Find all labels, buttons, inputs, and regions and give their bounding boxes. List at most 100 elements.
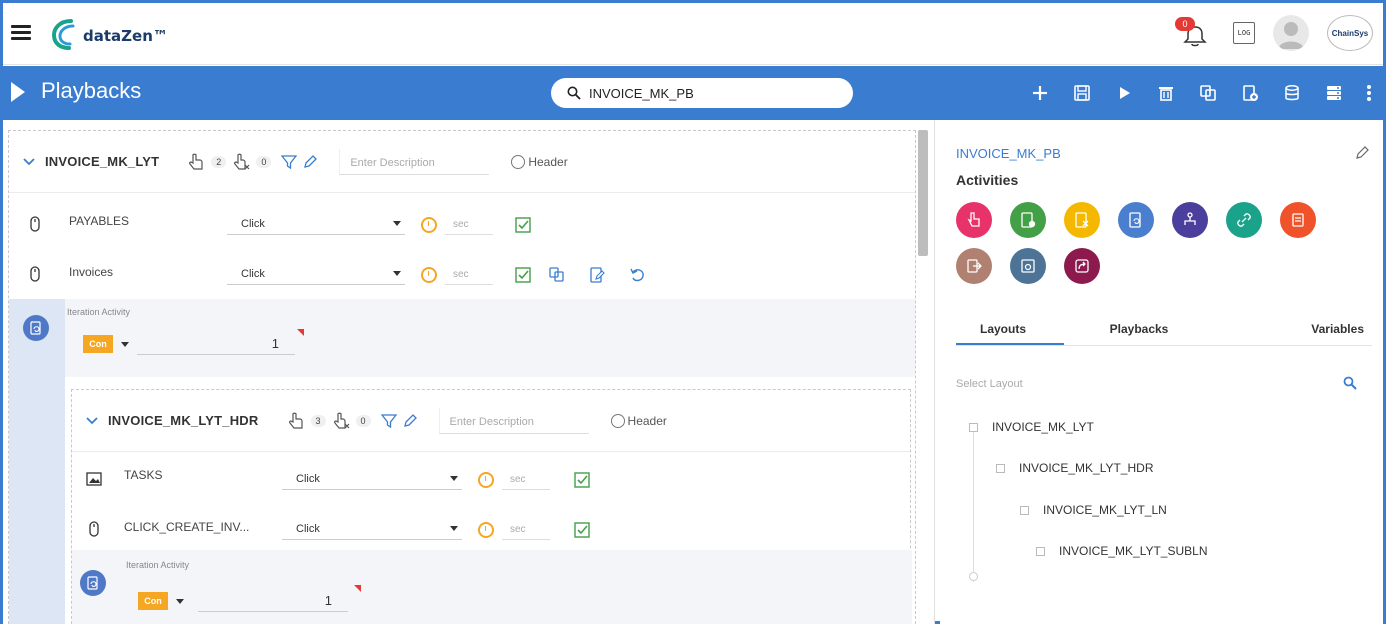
header-radio[interactable]: Header xyxy=(610,413,667,428)
sec-input[interactable]: sec xyxy=(502,520,550,540)
edit-icon[interactable] xyxy=(403,413,417,428)
tab-variables[interactable]: Variables xyxy=(1214,316,1372,345)
save-button[interactable] xyxy=(1071,82,1093,104)
event-select[interactable]: Click xyxy=(282,518,462,540)
con-caret-icon[interactable] xyxy=(176,599,184,604)
more-button[interactable] xyxy=(1365,82,1373,104)
sec-input[interactable]: sec xyxy=(445,265,493,285)
undo-icon[interactable] xyxy=(629,267,645,283)
filter-icon[interactable] xyxy=(281,154,298,170)
iteration-icon[interactable] xyxy=(80,570,106,596)
layout-editor-panel: INVOICE_MK_LYT 2 0 Enter Description Hea… xyxy=(3,120,935,624)
tree-item-label: INVOICE_MK_LYT_HDR xyxy=(1019,461,1154,475)
tree-item[interactable]: INVOICE_MK_LYT_LN xyxy=(1020,503,1167,517)
event-select[interactable]: Click xyxy=(227,263,405,285)
iteration-count-input[interactable]: 1 xyxy=(137,333,295,355)
activity-add-file-icon[interactable] xyxy=(1010,202,1046,238)
activity-row: CLICK_CREATE_INV... Click sec xyxy=(72,502,902,552)
event-select[interactable]: Click xyxy=(282,468,462,490)
hand-remove-icon[interactable] xyxy=(332,412,350,430)
iteration-icon[interactable] xyxy=(23,315,49,341)
file-loop-icon xyxy=(1129,212,1141,228)
file-edit-icon[interactable] xyxy=(589,267,605,283)
event-value: Click xyxy=(296,472,320,485)
activity-window-icon[interactable] xyxy=(1010,248,1046,284)
server-button[interactable] xyxy=(1323,82,1345,104)
sec-input[interactable]: sec xyxy=(445,215,493,235)
activity-counters: 2 0 xyxy=(187,153,318,171)
con-caret-icon[interactable] xyxy=(121,342,129,347)
search-input[interactable]: INVOICE_MK_PB xyxy=(551,78,853,108)
activity-remove-file-icon[interactable] xyxy=(1064,202,1100,238)
activity-click-icon[interactable] xyxy=(956,202,992,238)
save-icon xyxy=(1074,85,1090,101)
activity-row: PAYABLES Click sec xyxy=(9,199,909,249)
log-icon[interactable]: LOG xyxy=(1233,22,1255,44)
removed-count: 0 xyxy=(256,155,272,168)
description-input[interactable]: Enter Description xyxy=(339,148,490,175)
activity-share-icon[interactable] xyxy=(1064,248,1100,284)
notifications-button[interactable]: 0 xyxy=(1171,15,1215,51)
copy-icon[interactable] xyxy=(549,267,565,283)
description-input[interactable]: Enter Description xyxy=(438,407,589,434)
menu-icon[interactable] xyxy=(11,25,31,41)
checkbox-checked-icon[interactable] xyxy=(515,217,531,233)
play-button[interactable] xyxy=(1113,82,1135,104)
sec-input[interactable]: sec xyxy=(502,470,550,490)
tree-item[interactable]: INVOICE_MK_LYT xyxy=(969,420,1094,434)
page-title: Playbacks xyxy=(41,78,142,103)
hand-pointer-icon[interactable] xyxy=(287,412,305,430)
avatar[interactable] xyxy=(1273,15,1309,51)
required-marker xyxy=(354,585,361,592)
edit-icon[interactable] xyxy=(303,154,318,169)
database-button[interactable] xyxy=(1281,82,1303,104)
clock-icon[interactable] xyxy=(421,217,437,233)
con-button[interactable]: Con xyxy=(83,335,113,353)
nested-layout: INVOICE_MK_LYT_HDR 3 0 Enter Description… xyxy=(71,389,912,624)
header-radio[interactable]: Header xyxy=(511,154,568,169)
hand-click-icon xyxy=(967,212,980,227)
share-icon xyxy=(1075,259,1089,273)
tree-item[interactable]: INVOICE_MK_LYT_HDR xyxy=(996,461,1153,475)
checkbox-checked-icon[interactable] xyxy=(574,522,590,538)
clock-icon[interactable] xyxy=(478,472,494,488)
tree-item[interactable]: INVOICE_MK_LYT_SUBLN xyxy=(1036,544,1208,558)
activity-exit-icon[interactable] xyxy=(956,248,992,284)
activity-link-icon[interactable] xyxy=(1226,202,1262,238)
tab-playbacks[interactable]: Playbacks xyxy=(1064,316,1214,345)
user-icon xyxy=(1278,22,1304,49)
delete-button[interactable] xyxy=(1155,82,1177,104)
checkbox-checked-icon[interactable] xyxy=(574,472,590,488)
clock-icon[interactable] xyxy=(421,267,437,283)
note-edit-icon xyxy=(1292,213,1304,227)
edit-icon[interactable] xyxy=(1355,146,1369,160)
layout-header: INVOICE_MK_LYT_HDR 3 0 Enter Description… xyxy=(72,390,910,452)
tab-layouts[interactable]: Layouts xyxy=(956,316,1064,345)
iteration-count-input[interactable]: 1 xyxy=(198,590,348,612)
activity-loop-icon[interactable] xyxy=(1118,202,1154,238)
con-button[interactable]: Con xyxy=(138,592,168,610)
select-layout-input[interactable]: Select Layout xyxy=(956,378,1023,390)
activity-hierarchy-icon[interactable] xyxy=(1172,202,1208,238)
toolbar-actions xyxy=(1029,78,1373,108)
add-button[interactable] xyxy=(1029,82,1051,104)
chevron-down-icon[interactable] xyxy=(23,156,35,168)
hand-pointer-icon[interactable] xyxy=(187,153,205,171)
clock-icon[interactable] xyxy=(478,522,494,538)
tree-item-label: INVOICE_MK_LYT xyxy=(992,420,1094,434)
hand-remove-icon[interactable] xyxy=(232,153,250,171)
copy-button[interactable] xyxy=(1197,82,1219,104)
scrollbar[interactable] xyxy=(918,130,928,256)
checkbox-checked-icon[interactable] xyxy=(515,267,531,283)
app-logo[interactable]: dataZen™ xyxy=(51,15,168,53)
filter-icon[interactable] xyxy=(380,413,397,429)
collapse-arrow-icon[interactable] xyxy=(11,82,25,102)
logo-swirl-icon xyxy=(51,19,75,50)
event-select[interactable]: Click xyxy=(227,213,405,235)
import-button[interactable] xyxy=(1239,82,1261,104)
activity-note-icon[interactable] xyxy=(1280,202,1316,238)
search-icon[interactable] xyxy=(1343,376,1357,390)
chevron-down-icon[interactable] xyxy=(86,415,98,427)
file-remove-icon xyxy=(1075,212,1089,228)
image-icon xyxy=(86,472,102,486)
